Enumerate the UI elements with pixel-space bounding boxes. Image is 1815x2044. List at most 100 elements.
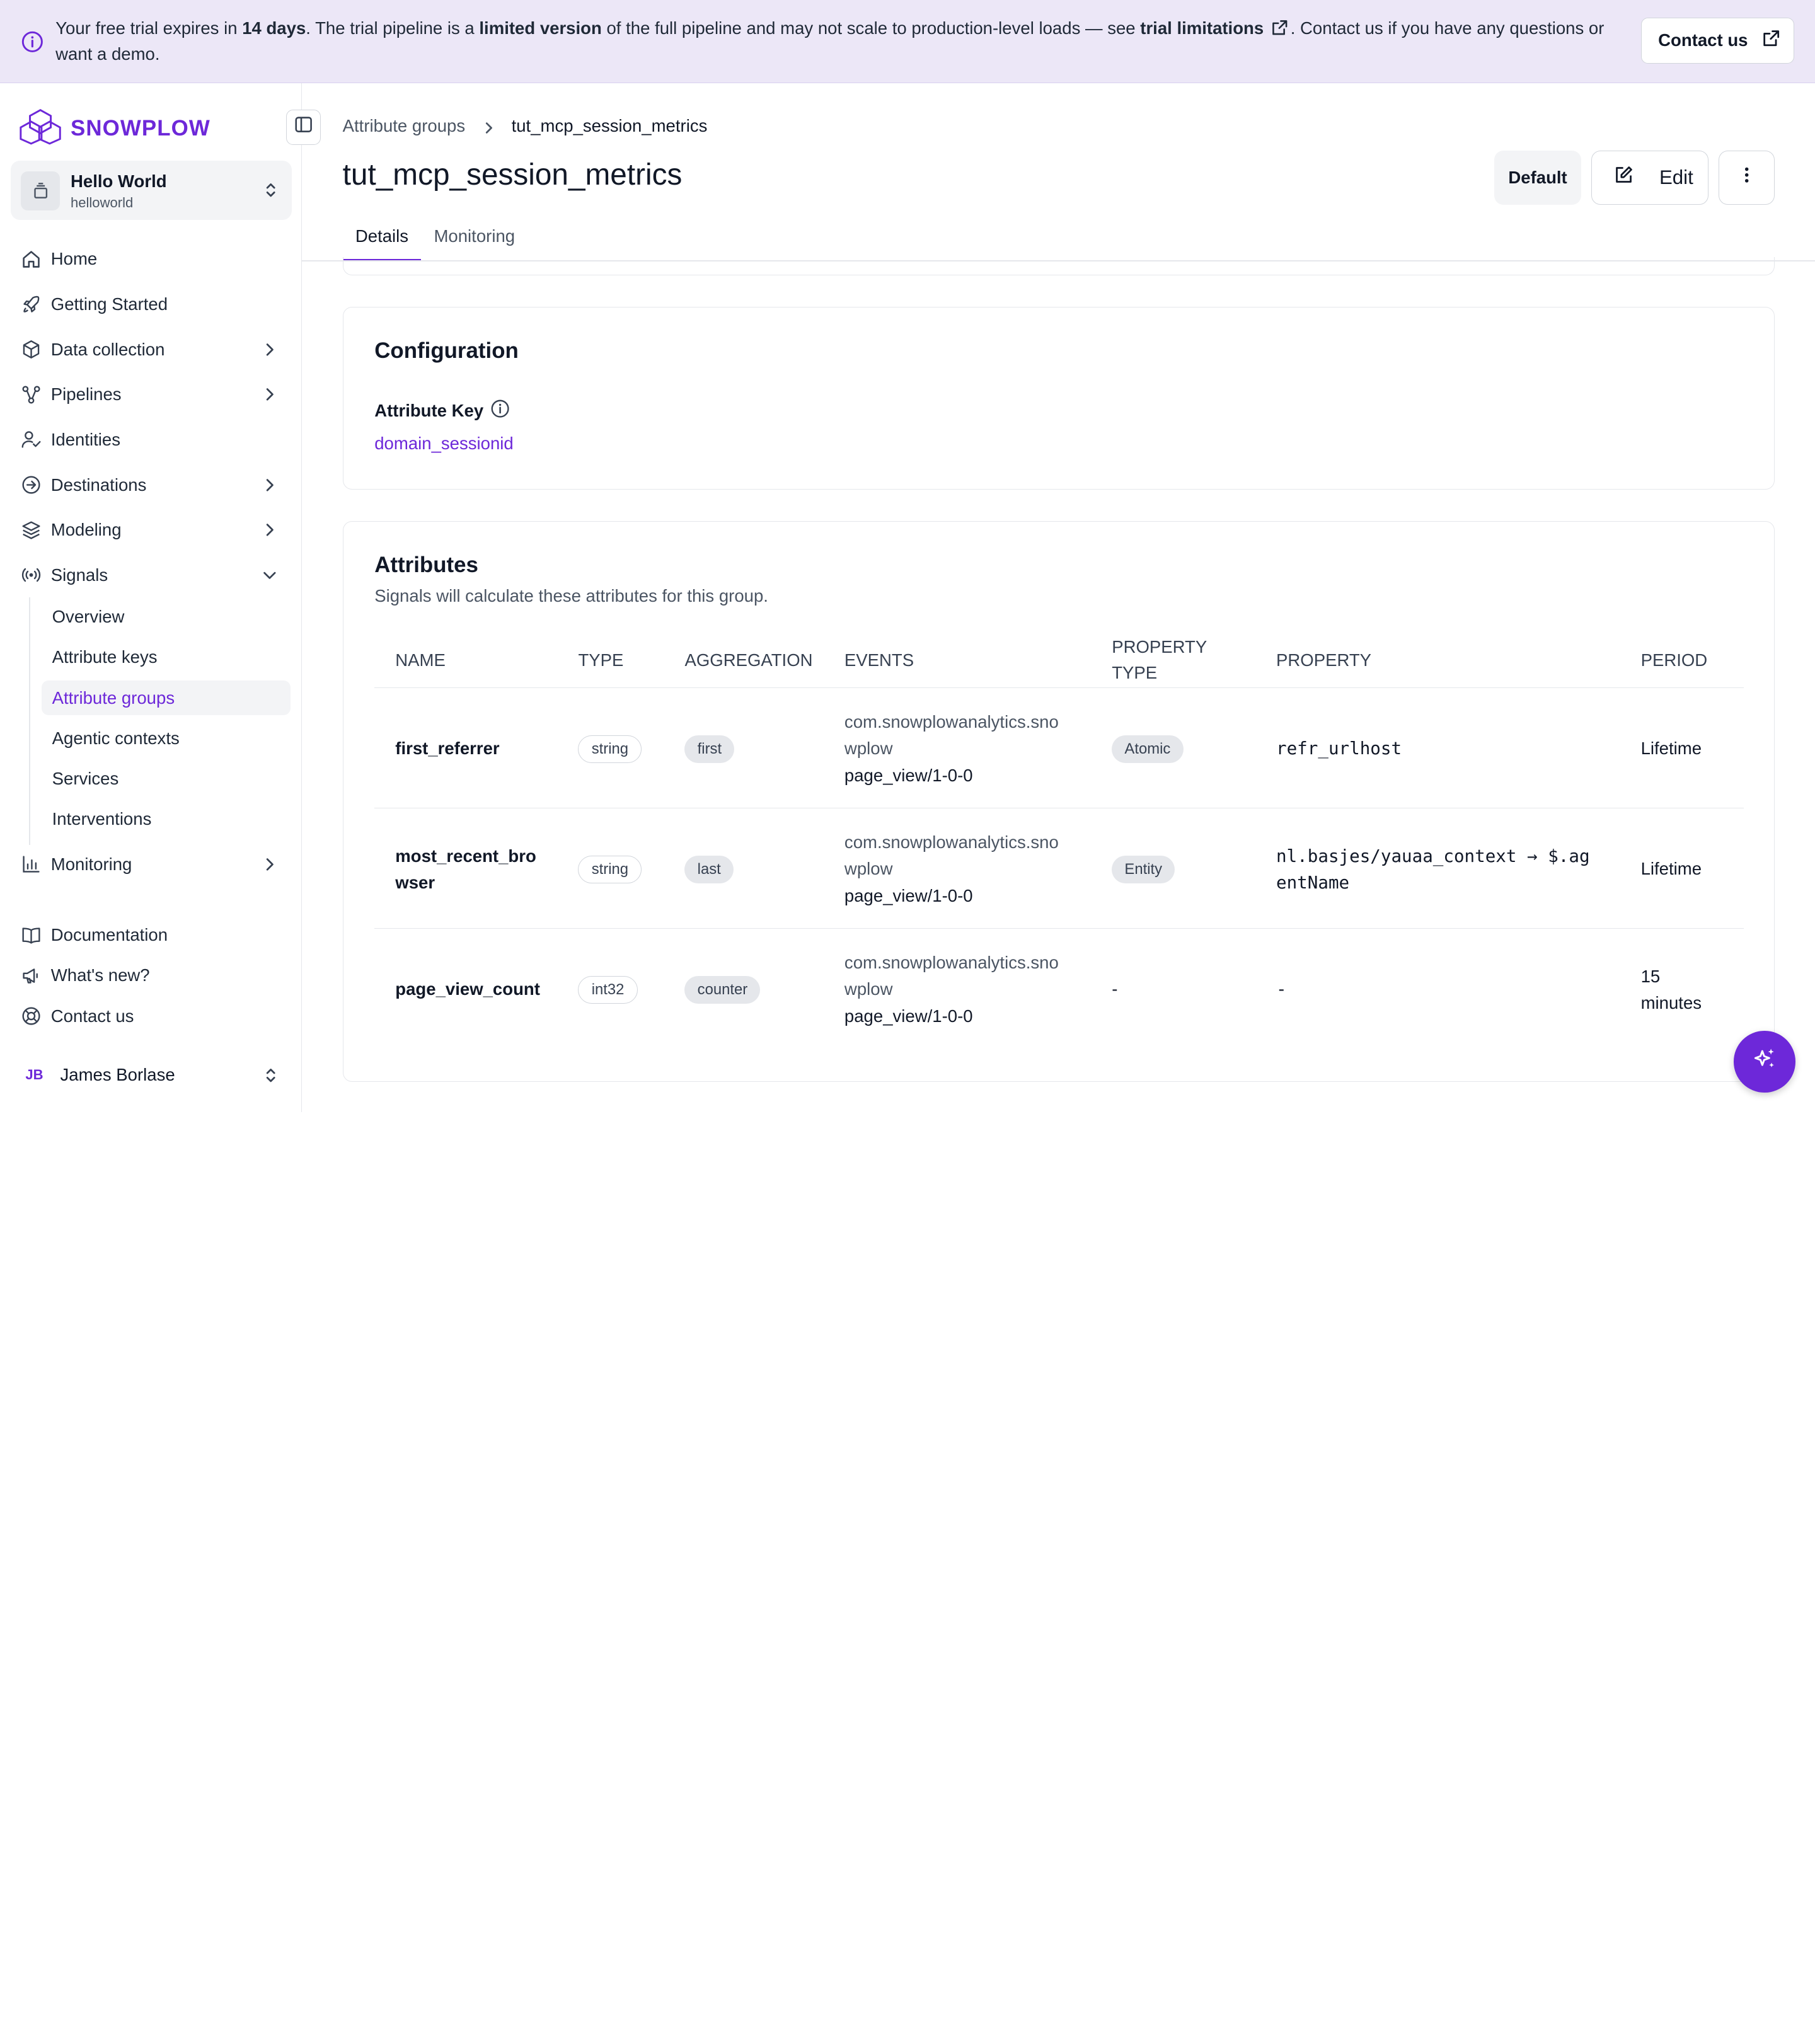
property-value: nl.basjes/yauaa_context → $.ag entName: [1276, 843, 1590, 897]
chevron-right-icon: [262, 856, 278, 873]
table-row[interactable]: most_recent_bro wser string last com.sno…: [374, 808, 1744, 929]
snowplow-logo[interactable]: SNOWPLOW: [20, 108, 210, 150]
attribute-name: page_view_count: [395, 979, 540, 999]
org-slug: helloworld: [71, 194, 134, 210]
chevron-right-icon: [262, 342, 278, 358]
chevron-right-icon: [262, 386, 278, 403]
breadcrumb-attribute-groups[interactable]: Attribute groups: [343, 116, 465, 136]
tab-bar: Details Monitoring: [342, 210, 1815, 262]
layers-icon: [21, 520, 42, 541]
breadcrumb: Attribute groups tut_mcp_session_metrics: [343, 116, 708, 136]
column-header-property-type: Property: [1112, 637, 1207, 657]
period-value: Lifetime: [1640, 859, 1702, 879]
nav-label: Services: [52, 769, 119, 789]
nav-label: Documentation: [50, 925, 168, 945]
external-link-icon[interactable]: [1271, 18, 1289, 35]
external-link-icon: [1762, 29, 1780, 52]
aggregation-badge: counter: [684, 976, 761, 1004]
cube-icon: [21, 339, 42, 360]
period-value: Lifetime: [1640, 738, 1702, 759]
user-menu[interactable]: JB James Borlase: [11, 1057, 292, 1094]
sidebar-item-interventions[interactable]: Interventions: [42, 802, 291, 837]
nav-home[interactable]: Home: [11, 241, 292, 278]
org-icon: [21, 171, 60, 211]
nav-label: Monitoring: [50, 854, 132, 874]
property-line: entName: [1276, 873, 1350, 893]
nav-label: Overview: [52, 606, 125, 626]
sidebar-item-agentic-contexts[interactable]: Agentic contexts: [42, 721, 291, 755]
sidebar-item-services[interactable]: Services: [42, 762, 291, 796]
nav-identities[interactable]: Identities: [11, 422, 292, 459]
submenu-guide-line: [28, 597, 30, 845]
org-switcher[interactable]: Hello World helloworld: [10, 161, 292, 220]
sidebar-item-attribute-keys[interactable]: Attribute keys: [42, 640, 291, 675]
nav-label: Attribute keys: [52, 647, 158, 667]
nav-label: Modeling: [50, 520, 122, 540]
pipeline-icon: [21, 384, 42, 405]
column-header-period: Period: [1640, 650, 1708, 670]
event-vendor: wplow: [844, 979, 893, 999]
attribute-key-label-text: Attribute Key: [374, 400, 484, 420]
sidebar: SNOWPLOW Hello World helloworld Home Get…: [0, 83, 321, 1113]
nav-data-collection[interactable]: Data collection: [11, 331, 292, 368]
nav-modeling[interactable]: Modeling: [11, 512, 292, 549]
nav-label: Getting Started: [50, 294, 168, 314]
nav-contact-us[interactable]: Contact us: [11, 997, 292, 1035]
contact-us-button[interactable]: Contact us: [1641, 17, 1794, 64]
nav-label: Attribute groups: [52, 687, 175, 708]
configuration-title: Configuration: [374, 338, 519, 364]
trial-limited-text: limited version: [479, 18, 602, 38]
nav-label: Identities: [50, 429, 121, 449]
trial-banner: Your free trial expires in 14 days. The …: [0, 0, 1815, 84]
nav-pipelines[interactable]: Pipelines: [11, 376, 292, 413]
bar-chart-icon: [21, 854, 42, 875]
aggregation-badge: last: [684, 856, 734, 884]
edit-label: Edit: [1659, 166, 1693, 188]
nav-label: Data collection: [50, 339, 165, 359]
megaphone-icon: [21, 965, 42, 986]
sidebar-item-overview[interactable]: Overview: [42, 599, 291, 634]
table-row[interactable]: page_view_count int32 counter com.snowpl…: [374, 929, 1744, 1049]
nav-documentation[interactable]: Documentation: [11, 917, 292, 954]
event-name: page_view/1-0-0: [844, 765, 973, 785]
collapse-sidebar-button[interactable]: [285, 110, 321, 145]
signal-broadcast-icon: [21, 565, 42, 585]
trial-limitations-link[interactable]: trial limitations: [1140, 18, 1264, 38]
property-type-badge: Atomic: [1112, 735, 1184, 764]
sidebar-item-attribute-groups[interactable]: Attribute groups: [42, 680, 291, 716]
attribute-name-line: most_recent_bro: [395, 846, 536, 866]
table-row[interactable]: first_referrer string first com.snowplow…: [374, 688, 1744, 808]
attribute-name-line: wser: [395, 873, 435, 893]
nav-monitoring[interactable]: Monitoring: [11, 846, 292, 883]
contact-us-label: Contact us: [1658, 30, 1748, 50]
nav-signals[interactable]: Signals: [11, 556, 292, 594]
attribute-key-link[interactable]: domain_sessionid: [374, 433, 514, 454]
ai-assistant-button[interactable]: [1734, 1031, 1795, 1093]
type-badge: string: [578, 856, 642, 884]
default-label: Default: [1508, 167, 1567, 187]
user-check-icon: [21, 429, 42, 450]
period-value: 15 minutes: [1641, 963, 1702, 1017]
column-header-events: Events: [844, 650, 914, 670]
event-name: page_view/1-0-0: [844, 1006, 973, 1026]
column-header-property: Property: [1276, 650, 1372, 670]
chevron-right-icon: [262, 522, 278, 538]
main-content: Attribute groups tut_mcp_session_metrics…: [302, 83, 1815, 1113]
nav-whats-new[interactable]: What's new?: [11, 957, 292, 994]
tab-monitoring[interactable]: Monitoring: [421, 210, 527, 261]
events-cell: com.snowplowanalytics.sno wplow page_vie…: [844, 950, 1059, 1030]
tab-details[interactable]: Details: [342, 210, 422, 262]
edit-button[interactable]: Edit: [1591, 150, 1708, 205]
info-icon[interactable]: [490, 399, 510, 423]
more-vertical-icon: [1737, 166, 1756, 189]
user-avatar: JB: [25, 1067, 43, 1083]
tab-divider: [302, 260, 1815, 262]
property-line: nl.basjes/yauaa_context → $.ag: [1276, 846, 1590, 867]
nav-getting-started[interactable]: Getting Started: [11, 286, 292, 323]
event-vendor: wplow: [844, 738, 893, 759]
chevron-down-icon: [262, 567, 278, 583]
nav-destinations[interactable]: Destinations: [11, 466, 292, 503]
event-vendor: wplow: [844, 859, 893, 879]
default-badge-button[interactable]: Default: [1494, 150, 1581, 205]
more-actions-button[interactable]: [1719, 150, 1775, 205]
